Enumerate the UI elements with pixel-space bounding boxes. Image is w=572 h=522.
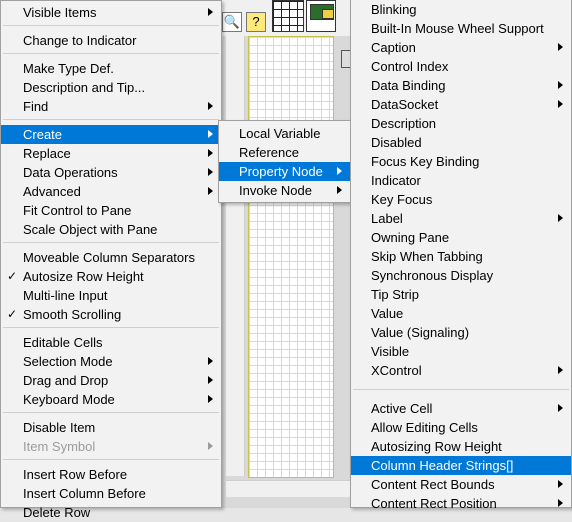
vi-icon[interactable] <box>306 0 336 32</box>
menu-item-visible-items[interactable]: Visible Items <box>1 3 221 22</box>
menu-item-content-rect-bounds[interactable]: Content Rect Bounds <box>351 475 571 494</box>
submenu-arrow-icon <box>208 149 213 157</box>
submenu-arrow-icon <box>337 186 342 194</box>
menu-separator <box>3 25 219 26</box>
menu-item-built-in-mouse-wheel-support[interactable]: Built-In Mouse Wheel Support <box>351 19 571 38</box>
submenu-arrow-icon <box>558 499 563 507</box>
menu-item-scale-object-with-pane[interactable]: Scale Object with Pane <box>1 220 221 239</box>
menu-item-make-type-def[interactable]: Make Type Def. <box>1 59 221 78</box>
help-icon[interactable]: ? <box>246 12 266 32</box>
menu-item-content-rect-position[interactable]: Content Rect Position <box>351 494 571 513</box>
menu-item-value[interactable]: Value <box>351 304 571 323</box>
menu-item-skip-when-tabbing[interactable]: Skip When Tabbing <box>351 247 571 266</box>
submenu-arrow-icon <box>208 102 213 110</box>
menu-item-allow-editing-cells[interactable]: Allow Editing Cells <box>351 418 571 437</box>
menu-separator <box>353 389 569 390</box>
menu-item-fit-control-to-pane[interactable]: Fit Control to Pane <box>1 201 221 220</box>
menu-item-autosizing-row-height[interactable]: Autosizing Row Height <box>351 437 571 456</box>
menu-item-insert-column-before[interactable]: Insert Column Before <box>1 484 221 503</box>
menu-item-invoke-node[interactable]: Invoke Node <box>219 181 350 200</box>
menu-item-description-and-tip[interactable]: Description and Tip... <box>1 78 221 97</box>
menu-item-property-node[interactable]: Property Node <box>219 162 350 181</box>
menu-item-disabled[interactable]: Disabled <box>351 133 571 152</box>
submenu-arrow-icon <box>208 376 213 384</box>
magnifier-icon[interactable]: 🔍 <box>222 12 242 32</box>
property-node-submenu: Blinking Built-In Mouse Wheel Support Ca… <box>350 0 572 511</box>
menu-item-column-header-strings[interactable]: Column Header Strings[] <box>351 456 571 475</box>
menu-item-selection-mode[interactable]: Selection Mode <box>1 352 221 371</box>
submenu-arrow-icon <box>337 167 342 175</box>
submenu-arrow-icon <box>208 442 213 450</box>
submenu-arrow-icon <box>558 81 563 89</box>
submenu-arrow-icon <box>558 100 563 108</box>
submenu-arrow-icon <box>558 404 563 412</box>
menu-item-multi-line-input[interactable]: Multi-line Input <box>1 286 221 305</box>
submenu-arrow-icon <box>208 168 213 176</box>
menu-item-data-binding[interactable]: Data Binding <box>351 76 571 95</box>
submenu-arrow-icon <box>208 130 213 138</box>
menu-item-description[interactable]: Description <box>351 114 571 133</box>
submenu-arrow-icon <box>208 187 213 195</box>
submenu-arrow-icon <box>558 480 563 488</box>
menu-separator <box>3 459 219 460</box>
menu-item-replace[interactable]: Replace <box>1 144 221 163</box>
submenu-arrow-icon <box>208 8 213 16</box>
submenu-arrow-icon <box>208 395 213 403</box>
front-panel-grid <box>248 36 334 478</box>
menu-item-disable-item[interactable]: Disable Item <box>1 418 221 437</box>
menu-separator <box>3 327 219 328</box>
menu-item-value-signaling[interactable]: Value (Signaling) <box>351 323 571 342</box>
menu-item-focus-key-binding[interactable]: Focus Key Binding <box>351 152 571 171</box>
checkmark-icon: ✓ <box>7 269 18 283</box>
menu-item-active-cell[interactable]: Active Cell <box>351 399 571 418</box>
menu-item-create[interactable]: Create <box>1 125 221 144</box>
menu-item-item-symbol: Item Symbol <box>1 437 221 456</box>
menu-item-key-focus[interactable]: Key Focus <box>351 190 571 209</box>
menu-item-moveable-column-separators[interactable]: Moveable Column Separators <box>1 248 221 267</box>
menu-item-smooth-scrolling[interactable]: ✓ Smooth Scrolling <box>1 305 221 324</box>
menu-item-drag-and-drop[interactable]: Drag and Drop <box>1 371 221 390</box>
menu-item-control-index[interactable]: Control Index <box>351 57 571 76</box>
menu-item-change-to-indicator[interactable]: Change to Indicator <box>1 31 221 50</box>
menu-item-editable-cells[interactable]: Editable Cells <box>1 333 221 352</box>
menu-item-synchronous-display[interactable]: Synchronous Display <box>351 266 571 285</box>
menu-separator <box>3 119 219 120</box>
submenu-arrow-icon <box>558 366 563 374</box>
menu-item-find[interactable]: Find <box>1 97 221 116</box>
menu-item-autosize-row-height[interactable]: ✓ Autosize Row Height <box>1 267 221 286</box>
menu-item-indicator[interactable]: Indicator <box>351 171 571 190</box>
menu-item-advanced[interactable]: Advanced <box>1 182 221 201</box>
menu-item-keyboard-mode[interactable]: Keyboard Mode <box>1 390 221 409</box>
submenu-arrow-icon <box>208 357 213 365</box>
connector-pane-icon[interactable] <box>272 0 304 32</box>
submenu-arrow-icon <box>558 43 563 51</box>
menu-item-local-variable[interactable]: Local Variable <box>219 124 350 143</box>
menu-item-insert-row-before[interactable]: Insert Row Before <box>1 465 221 484</box>
menu-item-data-operations[interactable]: Data Operations <box>1 163 221 182</box>
vertical-scrollbar[interactable] <box>226 36 245 476</box>
menu-separator <box>3 53 219 54</box>
submenu-arrow-icon <box>558 214 563 222</box>
horizontal-scrollbar[interactable] <box>226 480 350 497</box>
menu-item-datasocket[interactable]: DataSocket <box>351 95 571 114</box>
create-submenu: Local Variable Reference Property Node I… <box>218 120 351 203</box>
menu-item-visible[interactable]: Visible <box>351 342 571 361</box>
checkmark-icon: ✓ <box>7 307 18 321</box>
menu-separator <box>3 242 219 243</box>
context-menu: Visible Items Change to Indicator Make T… <box>0 0 222 520</box>
menu-item-reference[interactable]: Reference <box>219 143 350 162</box>
menu-item-owning-pane[interactable]: Owning Pane <box>351 228 571 247</box>
menu-item-delete-row[interactable]: Delete Row <box>1 503 221 522</box>
help-glyph: ? <box>252 14 260 29</box>
menu-item-xcontrol[interactable]: XControl <box>351 361 571 380</box>
menu-item-label[interactable]: Label <box>351 209 571 228</box>
menu-item-tip-strip[interactable]: Tip Strip <box>351 285 571 304</box>
menu-item-caption[interactable]: Caption <box>351 38 571 57</box>
menu-item-blinking[interactable]: Blinking <box>351 0 571 19</box>
menu-separator <box>3 412 219 413</box>
